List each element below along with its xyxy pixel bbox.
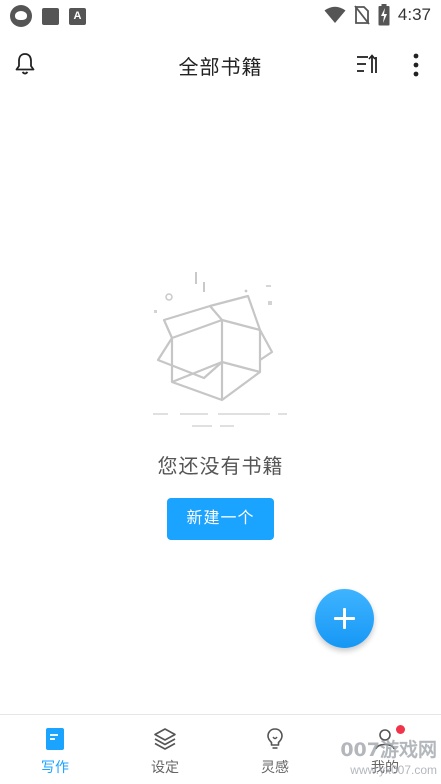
watermark-line1: 007游戏网 — [340, 739, 437, 761]
notification-badge — [396, 725, 405, 734]
nav-label-inspiration: 灵感 — [261, 760, 289, 776]
nav-label-write: 写作 — [41, 760, 69, 776]
app-icon — [10, 5, 32, 27]
add-fab-button[interactable] — [315, 589, 374, 648]
nav-label-settings: 设定 — [151, 760, 179, 776]
nav-item-inspiration[interactable]: 灵感 — [220, 715, 330, 784]
watermark: 007游戏网 www.yx007.com — [330, 735, 441, 784]
book-icon — [46, 728, 64, 750]
nav-item-write[interactable]: 写作 — [0, 715, 110, 784]
status-bar: A 4:37 — [0, 0, 441, 32]
empty-box-icon — [153, 272, 287, 427]
app-header: 全部书籍 — [0, 40, 441, 90]
no-sim-icon — [354, 5, 370, 25]
lightbulb-icon — [267, 728, 283, 749]
battery-charging-icon — [378, 4, 390, 26]
empty-message: 您还没有书籍 — [157, 454, 284, 478]
status-bar-right: 4:37 — [324, 4, 431, 26]
status-time: 4:37 — [397, 5, 431, 24]
layers-icon — [154, 728, 176, 750]
sort-icon[interactable] — [356, 53, 378, 75]
create-new-button[interactable]: 新建一个 — [167, 498, 274, 540]
a-icon: A — [69, 7, 86, 25]
status-bar-left: A — [10, 5, 86, 27]
more-vert-icon[interactable] — [406, 52, 426, 78]
nav-item-settings[interactable]: 设定 — [110, 715, 220, 784]
watermark-line2: www.yx007.com — [350, 763, 437, 777]
wifi-icon — [324, 6, 346, 23]
square-icon — [42, 7, 59, 25]
